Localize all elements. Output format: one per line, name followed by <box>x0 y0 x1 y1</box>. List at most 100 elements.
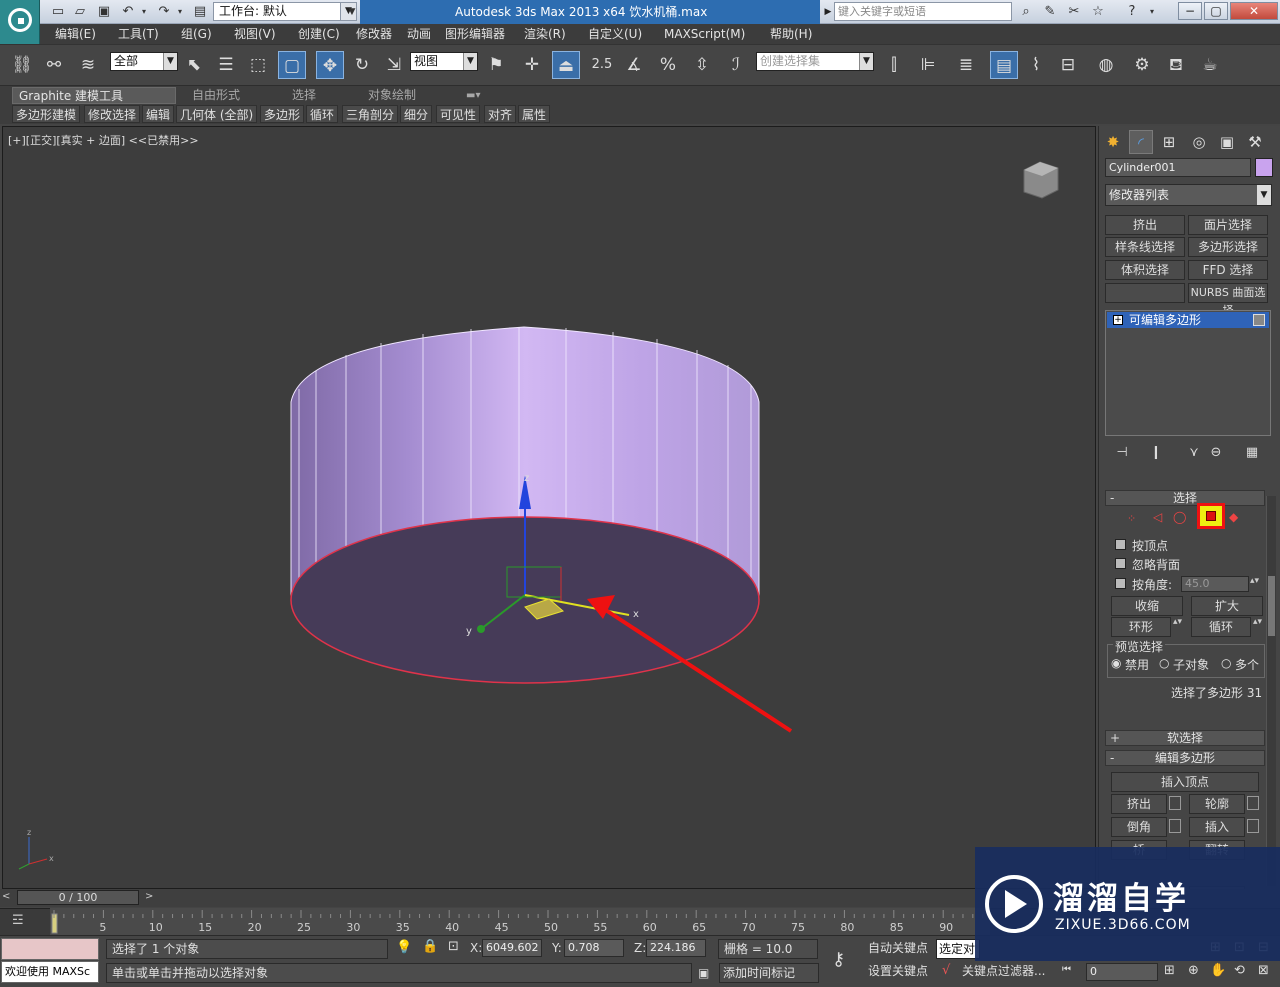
spinner-snap-icon[interactable]: ⇳ <box>688 51 716 79</box>
help-icon[interactable]: ? <box>1124 4 1140 20</box>
object-name-field[interactable]: Cylinder001 <box>1105 158 1251 177</box>
add-time-tag-button[interactable]: 添加时间标记 <box>719 963 819 983</box>
inset-settings-icon[interactable] <box>1247 819 1259 833</box>
subscription-icon[interactable]: ✎ <box>1042 4 1058 20</box>
bevel-settings-icon[interactable] <box>1169 819 1181 833</box>
ribbon-align[interactable]: 对齐 <box>484 105 517 123</box>
layer-manager-icon[interactable]: ≣ <box>952 51 980 79</box>
radio-multi[interactable]: ○ <box>1221 656 1231 670</box>
favorites-star-icon[interactable]: ☆ <box>1090 4 1106 20</box>
auto-key-button[interactable]: 自动关键点 <box>868 939 928 959</box>
show-end-result-icon[interactable]: ❙ <box>1147 444 1165 462</box>
set-key-button[interactable]: 设置关键点 <box>868 962 928 982</box>
help-dropdown-icon[interactable]: ▾ <box>1144 4 1160 20</box>
redo-icon[interactable]: ↷ <box>156 4 172 20</box>
new-file-icon[interactable]: ▭ <box>50 4 66 20</box>
select-and-rotate-icon[interactable]: ↻ <box>348 51 376 79</box>
time-next-icon[interactable]: > <box>145 891 153 902</box>
link-icon[interactable]: ⛓ <box>8 51 36 79</box>
create-tab-icon[interactable]: ✸ <box>1101 130 1125 154</box>
key-selection-set-dropdown[interactable]: 选定对 <box>936 939 980 959</box>
tab-graphite-modeling[interactable]: Graphite 建模工具 <box>12 87 176 104</box>
spline-select-modifier-button[interactable]: 样条线选择 <box>1105 237 1185 257</box>
border-mode-icon[interactable]: ◯ <box>1173 510 1186 524</box>
maximize-button[interactable]: ▢ <box>1204 2 1228 20</box>
menu-rendering[interactable]: 渲染(R) <box>524 24 566 44</box>
open-file-icon[interactable]: ▱ <box>72 4 88 20</box>
selection-rollout-header[interactable]: - 选择 <box>1105 490 1265 506</box>
zoom-icon[interactable]: ⊕ <box>1188 963 1199 978</box>
ignore-backfacing-checkbox[interactable] <box>1115 558 1126 569</box>
undo-dropdown-icon[interactable]: ▾ <box>136 4 152 20</box>
menu-edit[interactable]: 编辑(E) <box>55 24 96 44</box>
orbit-icon[interactable]: ⟲ <box>1234 963 1245 978</box>
ribbon-polygon-modeling[interactable]: 多边形建模 <box>12 105 81 123</box>
edit-named-selection-icon[interactable]: ℐ <box>722 51 750 79</box>
viewport-label[interactable]: [+][正交][真实 + 边面] <<已禁用>> <box>8 132 199 148</box>
material-editor-icon[interactable]: ◍ <box>1092 51 1120 79</box>
render-teapot-icon[interactable]: ☕ <box>1196 51 1224 79</box>
poly-select-modifier-button[interactable]: 多边形选择 <box>1188 237 1268 257</box>
app-menu-logo[interactable] <box>0 0 40 44</box>
vol-select-modifier-button[interactable]: 体积选择 <box>1105 260 1185 280</box>
pan-hand-icon[interactable]: ✋ <box>1210 963 1226 978</box>
scrollbar-thumb[interactable] <box>1268 576 1275 636</box>
bevel-button[interactable]: 倒角 <box>1111 817 1167 837</box>
ffd-select-modifier-button[interactable]: FFD 选择 <box>1188 260 1268 280</box>
window-crossing-icon[interactable]: ▢ <box>278 51 306 79</box>
time-tag-icon[interactable]: ▣ <box>698 966 709 980</box>
radio-subobject[interactable]: ○ <box>1159 656 1169 670</box>
menu-maxscript[interactable]: MAXScript(M) <box>664 24 745 44</box>
align-icon[interactable]: ⊫ <box>914 51 942 79</box>
stack-item-editable-poly[interactable]: + 可编辑多边形 <box>1107 312 1269 328</box>
graphite-toggle-icon[interactable]: ▤ <box>990 51 1018 79</box>
ribbon-tris[interactable]: 三角剖分 <box>342 105 399 123</box>
mirror-icon[interactable]: ⫿ <box>880 51 908 79</box>
unlink-icon[interactable]: ⚯ <box>40 51 68 79</box>
time-prev-icon[interactable]: < <box>2 891 10 902</box>
extrude-modifier-button[interactable]: 挤出 <box>1105 215 1185 235</box>
loop-spinner-icon[interactable]: ▴▾ <box>1253 617 1262 627</box>
outline-settings-icon[interactable] <box>1247 796 1259 810</box>
selection-lock-icon[interactable]: 🔒 <box>422 939 438 954</box>
object-color-swatch[interactable] <box>1255 158 1273 177</box>
go-to-start-icon[interactable]: ⏮ <box>1062 964 1071 975</box>
menu-modifiers[interactable]: 修改器 <box>356 24 392 44</box>
binoculars-icon[interactable]: ⌕ <box>1018 4 1034 20</box>
isolate-bulb-icon[interactable]: 💡 <box>396 940 412 955</box>
ribbon-subdivision[interactable]: 细分 <box>400 105 433 123</box>
quick-access-dropdown-icon[interactable]: ▼ <box>344 4 360 20</box>
hierarchy-tab-icon[interactable]: ⊞ <box>1157 130 1181 154</box>
display-tab-icon[interactable]: ▣ <box>1215 130 1239 154</box>
perspective-viewport[interactable]: z x y z x [+][正交][真实 + 边面] <<已禁用>> <box>2 126 1096 889</box>
undo-icon[interactable]: ↶ <box>120 4 136 20</box>
insert-vertex-button[interactable]: 插入顶点 <box>1111 772 1259 792</box>
pivot-center-icon[interactable]: ⚑ <box>482 51 510 79</box>
angle-spinner[interactable]: 45.0 <box>1181 576 1249 592</box>
reference-coordinate-dropdown[interactable]: 视图 ▼ <box>410 52 478 71</box>
element-mode-icon[interactable]: ◆ <box>1229 510 1238 524</box>
menu-help[interactable]: 帮助(H) <box>770 24 812 44</box>
ribbon-visibility[interactable]: 可见性 <box>436 105 481 123</box>
x-coordinate-field[interactable]: 6049.602 <box>482 939 542 957</box>
angle-snap-icon[interactable]: ∡ <box>620 51 648 79</box>
inset-button[interactable]: 插入 <box>1189 817 1245 837</box>
maxscript-welcome[interactable]: 欢迎使用 MAXSc <box>1 961 99 983</box>
tab-freeform[interactable]: 自由形式 <box>186 87 246 104</box>
snap-toggle-icon[interactable]: 2.5 <box>588 51 616 79</box>
redo-dropdown-icon[interactable]: ▾ <box>172 4 188 20</box>
menu-group[interactable]: 组(G) <box>181 24 212 44</box>
select-object-icon[interactable]: ⬉ <box>180 51 208 79</box>
key-filters-button[interactable]: 关键点过滤器... <box>962 962 1045 982</box>
ribbon-geometry-all[interactable]: 几何体 (全部) <box>176 105 258 123</box>
minimize-button[interactable]: − <box>1178 2 1202 20</box>
ribbon-options-icon[interactable]: ▬▾ <box>460 87 486 104</box>
maximize-viewport-icon[interactable]: ⊠ <box>1258 963 1269 978</box>
percent-snap-icon[interactable]: % <box>654 51 682 79</box>
absolute-mode-icon[interactable]: ⊡ <box>448 939 459 954</box>
frame-ruler[interactable]: 5 10 15 20 25 30 35 40 45 50 55 60 65 70 75 80 85 90 <box>50 908 990 935</box>
keyword-search-input[interactable]: 键入关键字或短语 <box>834 2 1012 21</box>
tab-object-paint[interactable]: 对象绘制 <box>362 87 422 104</box>
grow-button[interactable]: 扩大 <box>1191 596 1263 616</box>
ribbon-properties[interactable]: 属性 <box>518 105 551 123</box>
